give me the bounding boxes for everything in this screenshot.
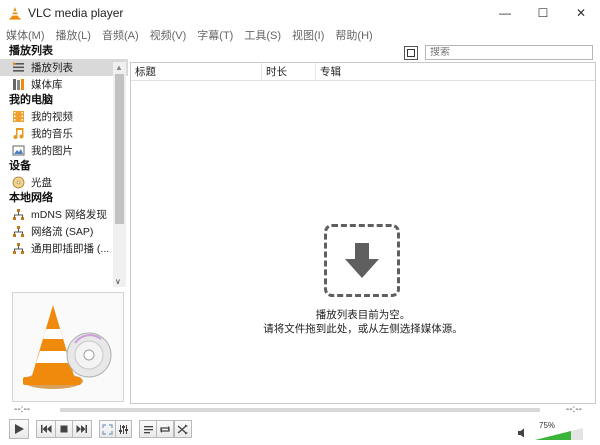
volume-slider[interactable] [535, 428, 583, 440]
seek-slider[interactable] [60, 408, 540, 412]
volume-icon[interactable] [517, 428, 527, 438]
scroll-up-icon[interactable]: ▲ [115, 63, 123, 72]
music-icon [12, 127, 25, 140]
sidebar-item-my-pictures[interactable]: 我的图片 [0, 142, 128, 159]
show-playlist-button[interactable] [139, 420, 157, 438]
sidebar-item-my-videos[interactable]: 我的视频 [0, 108, 128, 125]
stop-button[interactable] [55, 420, 73, 438]
network-icon [12, 208, 25, 221]
drop-zone[interactable] [324, 224, 400, 297]
sidebar-item-label: 光盘 [31, 177, 52, 189]
extended-settings-button[interactable] [115, 420, 132, 438]
title-bar: VLC media player — ☐ ✕ [0, 0, 600, 26]
total-time: --:-- [565, 404, 582, 415]
column-album[interactable]: 专辑 [316, 63, 396, 81]
fullscreen-button[interactable] [99, 420, 116, 438]
download-arrow-icon [345, 242, 379, 278]
chevron-down-icon[interactable]: ∨ [115, 277, 121, 286]
shuffle-icon [177, 424, 188, 434]
sidebar-header-devices: 设备 [9, 160, 31, 172]
sidebar-item-label: 播放列表 [31, 62, 73, 74]
sidebar-scroll-thumb[interactable] [115, 74, 124, 224]
fullscreen-icon [102, 423, 113, 435]
play-button[interactable] [9, 419, 29, 439]
sidebar-item-label: 我的音乐 [31, 128, 73, 140]
menu-media[interactable]: 媒体(M) [6, 27, 45, 43]
playlist-header: 标题 时长 专辑 [131, 62, 595, 81]
menu-tools[interactable]: 工具(S) [244, 27, 281, 43]
close-button[interactable]: ✕ [562, 0, 600, 26]
media-sidebar: 播放列表 播放列表 媒体库 我的电脑 我的视频 我的音乐 我的图片 设备 光盘 … [0, 44, 128, 404]
loop-button[interactable] [156, 420, 174, 438]
shuffle-button[interactable] [174, 420, 192, 438]
sidebar-header-playlist: 播放列表 [9, 45, 53, 57]
vlc-cone-art-icon [23, 305, 112, 389]
menu-bar: 媒体(M) 播放(L) 音频(A) 视频(V) 字幕(T) 工具(S) 视图(I… [0, 26, 600, 44]
sidebar-item-label: 通用即插即播 (... [31, 243, 110, 255]
previous-button[interactable] [36, 420, 56, 438]
sidebar-item-mdns[interactable]: mDNS 网络发现 [0, 206, 128, 223]
network-icon [12, 225, 25, 238]
disc-icon [12, 176, 25, 189]
sidebar-item-upnp[interactable]: 通用即插即播 (... [0, 240, 128, 257]
playlist-icon [12, 61, 25, 74]
sidebar-header-network: 本地网络 [9, 192, 53, 204]
menu-audio[interactable]: 音频(A) [102, 27, 139, 43]
seek-row: --:-- --:-- [0, 404, 600, 418]
skip-previous-icon [41, 425, 52, 433]
menu-video[interactable]: 视频(V) [150, 27, 187, 43]
window-title: VLC media player [28, 6, 124, 20]
minimize-button[interactable]: — [486, 0, 524, 26]
column-title[interactable]: 标题 [131, 62, 262, 81]
search-field[interactable] [425, 45, 593, 60]
playlist-view[interactable]: 标题 时长 专辑 播放列表目前为空。 请将文件拖到此处，或从左侧选择媒体源。 [130, 62, 596, 404]
view-mode-icon [407, 49, 415, 57]
sidebar-item-library[interactable]: 媒体库 [0, 76, 128, 93]
search-input[interactable] [430, 47, 580, 58]
video-icon [12, 110, 25, 123]
menu-view[interactable]: 视图(I) [292, 27, 324, 43]
sidebar-item-label: 我的视频 [31, 111, 73, 123]
controls-bar: 75% [0, 418, 600, 445]
library-icon [12, 78, 25, 91]
menu-help[interactable]: 帮助(H) [335, 27, 372, 43]
menu-playback[interactable]: 播放(L) [56, 27, 91, 43]
view-mode-toggle[interactable] [404, 46, 418, 60]
playlist-toggle-icon [143, 425, 153, 433]
equalizer-icon [119, 424, 128, 434]
column-duration[interactable]: 时长 [262, 62, 316, 81]
maximize-button[interactable]: ☐ [524, 0, 562, 26]
network-icon [12, 242, 25, 255]
sidebar-item-playlist[interactable]: 播放列表 [0, 59, 128, 76]
play-icon [15, 424, 24, 434]
sidebar-item-label: 我的图片 [31, 145, 73, 157]
stop-icon [60, 425, 68, 433]
empty-hint: 请将文件拖到此处，或从左侧选择媒体源。 [263, 323, 463, 335]
volume-level-fill [535, 431, 571, 440]
sidebar-item-label: 媒体库 [31, 79, 63, 91]
sidebar-item-label: mDNS 网络发现 [31, 209, 107, 221]
skip-next-icon [76, 425, 87, 433]
picture-icon [12, 144, 25, 157]
album-art [12, 292, 124, 402]
next-button[interactable] [72, 420, 92, 438]
sidebar-item-my-music[interactable]: 我的音乐 [0, 125, 128, 142]
vlc-cone-icon [9, 7, 21, 20]
menu-subtitle[interactable]: 字幕(T) [197, 27, 233, 43]
sidebar-item-disc[interactable]: 光盘 [0, 174, 128, 191]
sidebar-scrollbar[interactable]: ▲ ∨ [113, 62, 126, 287]
sidebar-header-computer: 我的电脑 [9, 94, 53, 106]
sidebar-item-label: 网络流 (SAP) [31, 226, 94, 238]
sidebar-item-sap[interactable]: 网络流 (SAP) [0, 223, 128, 240]
loop-icon [160, 425, 170, 433]
elapsed-time: --:-- [14, 404, 31, 415]
empty-message: 播放列表目前为空。 [315, 309, 411, 321]
